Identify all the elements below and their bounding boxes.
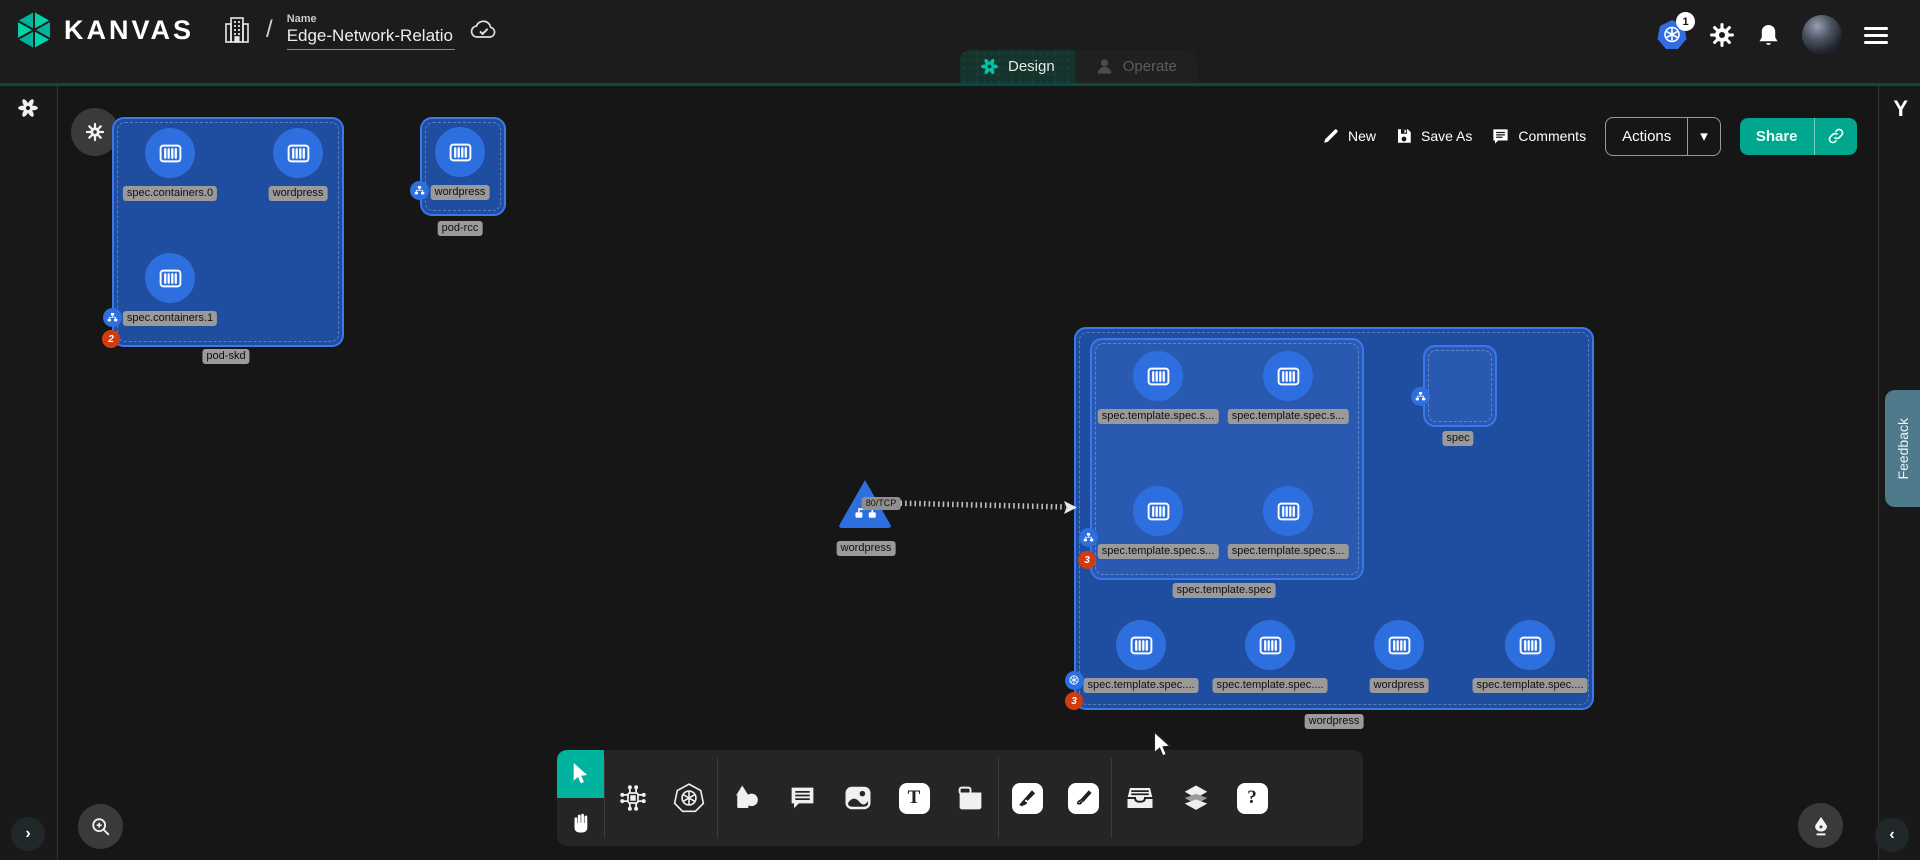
- comment-tool[interactable]: [774, 784, 830, 813]
- group-spec[interactable]: [1423, 345, 1497, 427]
- group-label: spec.template.spec: [1173, 583, 1276, 598]
- group-label: wordpress: [1305, 714, 1364, 729]
- node-spec.containers.0[interactable]: [145, 128, 195, 178]
- kubernetes-badge-icon[interactable]: [1065, 671, 1084, 690]
- node-label: wordpress: [431, 185, 490, 200]
- drawer-archive-tool[interactable]: [1112, 783, 1168, 813]
- node-label: spec.template.spec....: [1084, 678, 1199, 693]
- design-canvas[interactable]: pod-skd pod-rcc wordpress spec.template.spe…: [0, 0, 1920, 860]
- freehand-draw-tool[interactable]: [1055, 783, 1111, 814]
- node-wordpress[interactable]: [1374, 620, 1424, 670]
- kanvas-app: KANVAS / Name: [0, 0, 1920, 860]
- feedback-label: Feedback: [1895, 418, 1911, 479]
- node-wordpress[interactable]: [273, 128, 323, 178]
- share-badge-icon[interactable]: [1411, 387, 1430, 406]
- mouse-cursor: [1152, 732, 1174, 758]
- node-label: spec.template.spec....: [1213, 678, 1328, 693]
- group-label: pod-skd: [202, 349, 249, 364]
- node-label: spec.template.spec....: [1473, 678, 1588, 693]
- node-spec.containers.1[interactable]: [145, 253, 195, 303]
- sticky-note-tool[interactable]: [942, 784, 998, 813]
- node-spec.template.spec....[interactable]: [1116, 620, 1166, 670]
- node-label: spec.template.spec.s...: [1098, 409, 1219, 424]
- node-spec.template.spec.s...[interactable]: [1133, 351, 1183, 401]
- layers-tool[interactable]: [1168, 783, 1224, 813]
- shapes-tool[interactable]: [718, 783, 774, 813]
- node-label: spec.containers.1: [123, 311, 217, 326]
- node-spec.template.spec....[interactable]: [1245, 620, 1295, 670]
- error-count-badge[interactable]: 3: [1065, 692, 1083, 710]
- error-count-badge[interactable]: 3: [1078, 551, 1096, 569]
- share-badge-icon[interactable]: [1079, 528, 1098, 547]
- component-integration-tool[interactable]: [605, 783, 661, 813]
- kubernetes-tool[interactable]: [661, 782, 717, 814]
- edge-label: 80/TCP: [862, 497, 901, 510]
- group-label: spec: [1442, 431, 1473, 446]
- feedback-tab[interactable]: Feedback: [1885, 390, 1920, 507]
- help-tool[interactable]: ?: [1224, 783, 1280, 814]
- text-tool[interactable]: T: [886, 783, 942, 814]
- image-tool[interactable]: [830, 783, 886, 813]
- node-spec.template.spec.s...[interactable]: [1263, 486, 1313, 536]
- edge-service-to-deployment[interactable]: [886, 490, 1081, 520]
- select-cursor-tool[interactable]: [557, 750, 604, 798]
- share-badge-icon[interactable]: [410, 181, 429, 200]
- group-label: pod-rcc: [438, 221, 483, 236]
- pen-path-tool[interactable]: [999, 783, 1055, 814]
- pan-hand-tool[interactable]: [557, 798, 604, 846]
- error-count-badge[interactable]: 2: [102, 330, 120, 348]
- node-label: spec.template.spec.s...: [1228, 544, 1349, 559]
- share-badge-icon[interactable]: [103, 308, 122, 327]
- node-spec.template.spec.s...[interactable]: [1263, 351, 1313, 401]
- node-label: wordpress: [1370, 678, 1429, 693]
- canvas-toolbar: T: [557, 750, 1363, 846]
- node-label: spec.template.spec.s...: [1098, 544, 1219, 559]
- node-label: spec.containers.0: [123, 186, 217, 201]
- node-label: spec.template.spec.s...: [1228, 409, 1349, 424]
- node-wordpress[interactable]: [435, 127, 485, 177]
- node-spec.template.spec.s...[interactable]: [1133, 486, 1183, 536]
- node-label: wordpress: [837, 541, 896, 556]
- node-label: wordpress: [269, 186, 328, 201]
- node-spec.template.spec....[interactable]: [1505, 620, 1555, 670]
